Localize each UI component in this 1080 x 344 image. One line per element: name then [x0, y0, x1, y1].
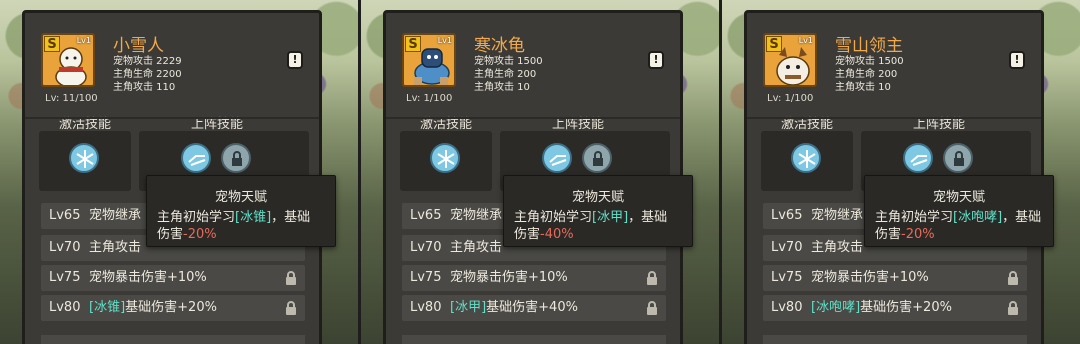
row-text: 宠物继承: [89, 208, 142, 223]
row-strip: [763, 335, 1027, 344]
pet-name: 小雪人: [113, 36, 164, 56]
activate-skill-label: 激活技能: [59, 117, 112, 132]
padlock-icon: [286, 271, 296, 285]
info-alert-icon[interactable]: !: [648, 51, 664, 69]
pet-stats: 宠物攻击 2229 主角生命 2200 主角攻击 110: [113, 55, 182, 94]
stat-hero-attack: 主角攻击 110: [113, 82, 176, 93]
row-text: 宠物继承: [811, 208, 864, 223]
row-level: Lv65: [49, 208, 81, 223]
pet-avatar[interactable]: S Lv1: [763, 33, 817, 87]
talent-tooltip: 宠物天赋 主角初始学习[冰甲]，基础 伤害-40%: [503, 175, 693, 247]
tooltip-title: 宠物天赋: [214, 190, 267, 205]
talent-tooltip: 宠物天赋 主角初始学习[冰锥]，基础 伤害-20%: [146, 175, 336, 247]
tooltip-body: 主角初始学习[冰甲]，基础 伤害-40%: [514, 210, 668, 242]
row-level: Lv80: [771, 300, 803, 315]
level-line: Lv: 11/100: [45, 93, 98, 104]
pet-panel-3: S Lv1 Lv: 1/100 雪山领主 宠物攻击 1500 主角生命 200 …: [722, 0, 1080, 344]
padlock-icon: [1008, 301, 1018, 315]
pet-panel-2: S Lv1 Lv: 1/100 寒冰龟 宠物攻击 1500 主角生命 200 主…: [361, 0, 719, 344]
deploy-skill-label: 上阵技能: [191, 117, 244, 132]
dash-icon[interactable]: [903, 143, 933, 173]
info-alert-icon[interactable]: !: [1009, 51, 1025, 69]
lock-icon[interactable]: [221, 143, 251, 173]
row-skill-name: [冰咆哮]: [811, 300, 861, 315]
row-level: Lv75: [49, 270, 81, 285]
row-strip: [41, 335, 305, 344]
snowflake-icon[interactable]: [430, 143, 460, 173]
stat-hero-hp: 主角生命 200: [835, 69, 898, 80]
row-skill-name: [冰锥]: [89, 300, 126, 315]
deploy-skill-label: 上阵技能: [552, 117, 605, 132]
talent-row: Lv75 宠物暴击伤害+10%: [41, 265, 305, 291]
tooltip-title: 宠物天赋: [571, 190, 624, 205]
dash-icon[interactable]: [181, 143, 211, 173]
padlock-icon: [647, 301, 657, 315]
row-level: Lv70: [410, 240, 442, 255]
pet-name: 雪山领主: [835, 36, 903, 56]
pet-avatar[interactable]: S Lv1: [41, 33, 95, 87]
activate-skill-label: 激活技能: [781, 117, 834, 132]
talent-row: Lv75 宠物暴击伤害+10%: [402, 265, 666, 291]
yeti-icon: [776, 47, 810, 85]
row-text: 基础伤害+20%: [860, 300, 952, 315]
talent-tooltip: 宠物天赋 主角初始学习[冰咆哮]，基础 伤害-20%: [864, 175, 1054, 247]
info-alert-icon[interactable]: !: [287, 51, 303, 69]
row-text: 基础伤害+40%: [486, 300, 578, 315]
row-text: 宠物暴击伤害+10%: [811, 270, 929, 285]
dash-icon[interactable]: [542, 143, 572, 173]
pet-stats: 宠物攻击 1500 主角生命 200 主角攻击 10: [474, 55, 543, 94]
row-strip: [402, 335, 666, 344]
stat-pet-attack: 宠物攻击 2229: [113, 56, 182, 67]
pet-avatar[interactable]: S Lv1: [402, 33, 456, 87]
row-level: Lv80: [410, 300, 442, 315]
stat-hero-hp: 主角生命 2200: [113, 69, 182, 80]
row-text: 主角攻击: [811, 240, 864, 255]
talent-row: Lv80 [冰咆哮]基础伤害+20%: [763, 295, 1027, 321]
row-level: Lv75: [771, 270, 803, 285]
row-text: 宠物继承: [450, 208, 503, 223]
talent-row: Lv75 宠物暴击伤害+10%: [763, 265, 1027, 291]
row-text: 基础伤害+20%: [125, 300, 217, 315]
stat-hero-hp: 主角生命 200: [474, 69, 537, 80]
stat-hero-attack: 主角攻击 10: [474, 82, 530, 93]
padlock-icon: [647, 271, 657, 285]
stat-pet-attack: 宠物攻击 1500: [474, 56, 543, 67]
row-text: 宠物暴击伤害+10%: [89, 270, 207, 285]
pet-stats: 宠物攻击 1500 主角生命 200 主角攻击 10: [835, 55, 904, 94]
lock-icon[interactable]: [582, 143, 612, 173]
pet-panel-1: S Lv1 Lv: 11/100 小雪人 宠物攻击 2229 主角生命 2200…: [0, 0, 358, 344]
tooltip-title: 宠物天赋: [932, 190, 985, 205]
row-text: 宠物暴击伤害+10%: [450, 270, 568, 285]
pet-name: 寒冰龟: [474, 36, 525, 56]
talent-row: Lv80 [冰锥]基础伤害+20%: [41, 295, 305, 321]
stat-pet-attack: 宠物攻击 1500: [835, 56, 904, 67]
row-level: Lv70: [49, 240, 81, 255]
snowflake-icon[interactable]: [69, 143, 99, 173]
row-level: Lv70: [771, 240, 803, 255]
row-text: 主角攻击: [89, 240, 142, 255]
level-line: Lv: 1/100: [767, 93, 814, 104]
snowflake-icon[interactable]: [791, 143, 821, 173]
deploy-skill-label: 上阵技能: [913, 117, 966, 132]
row-skill-name: [冰甲]: [450, 300, 487, 315]
activate-skill-label: 激活技能: [420, 117, 473, 132]
tooltip-body: 主角初始学习[冰咆哮]，基础 伤害-20%: [875, 210, 1042, 242]
stat-hero-attack: 主角攻击 10: [835, 82, 891, 93]
row-level: Lv65: [771, 208, 803, 223]
snowman-icon: [55, 47, 87, 85]
turtle-icon: [414, 48, 450, 85]
talent-row: Lv80 [冰甲]基础伤害+40%: [402, 295, 666, 321]
tooltip-body: 主角初始学习[冰锥]，基础 伤害-20%: [157, 210, 311, 242]
row-level: Lv80: [49, 300, 81, 315]
row-level: Lv65: [410, 208, 442, 223]
lock-icon[interactable]: [943, 143, 973, 173]
row-level: Lv75: [410, 270, 442, 285]
padlock-icon: [1008, 271, 1018, 285]
padlock-icon: [286, 301, 296, 315]
level-line: Lv: 1/100: [406, 93, 453, 104]
row-text: 主角攻击: [450, 240, 503, 255]
